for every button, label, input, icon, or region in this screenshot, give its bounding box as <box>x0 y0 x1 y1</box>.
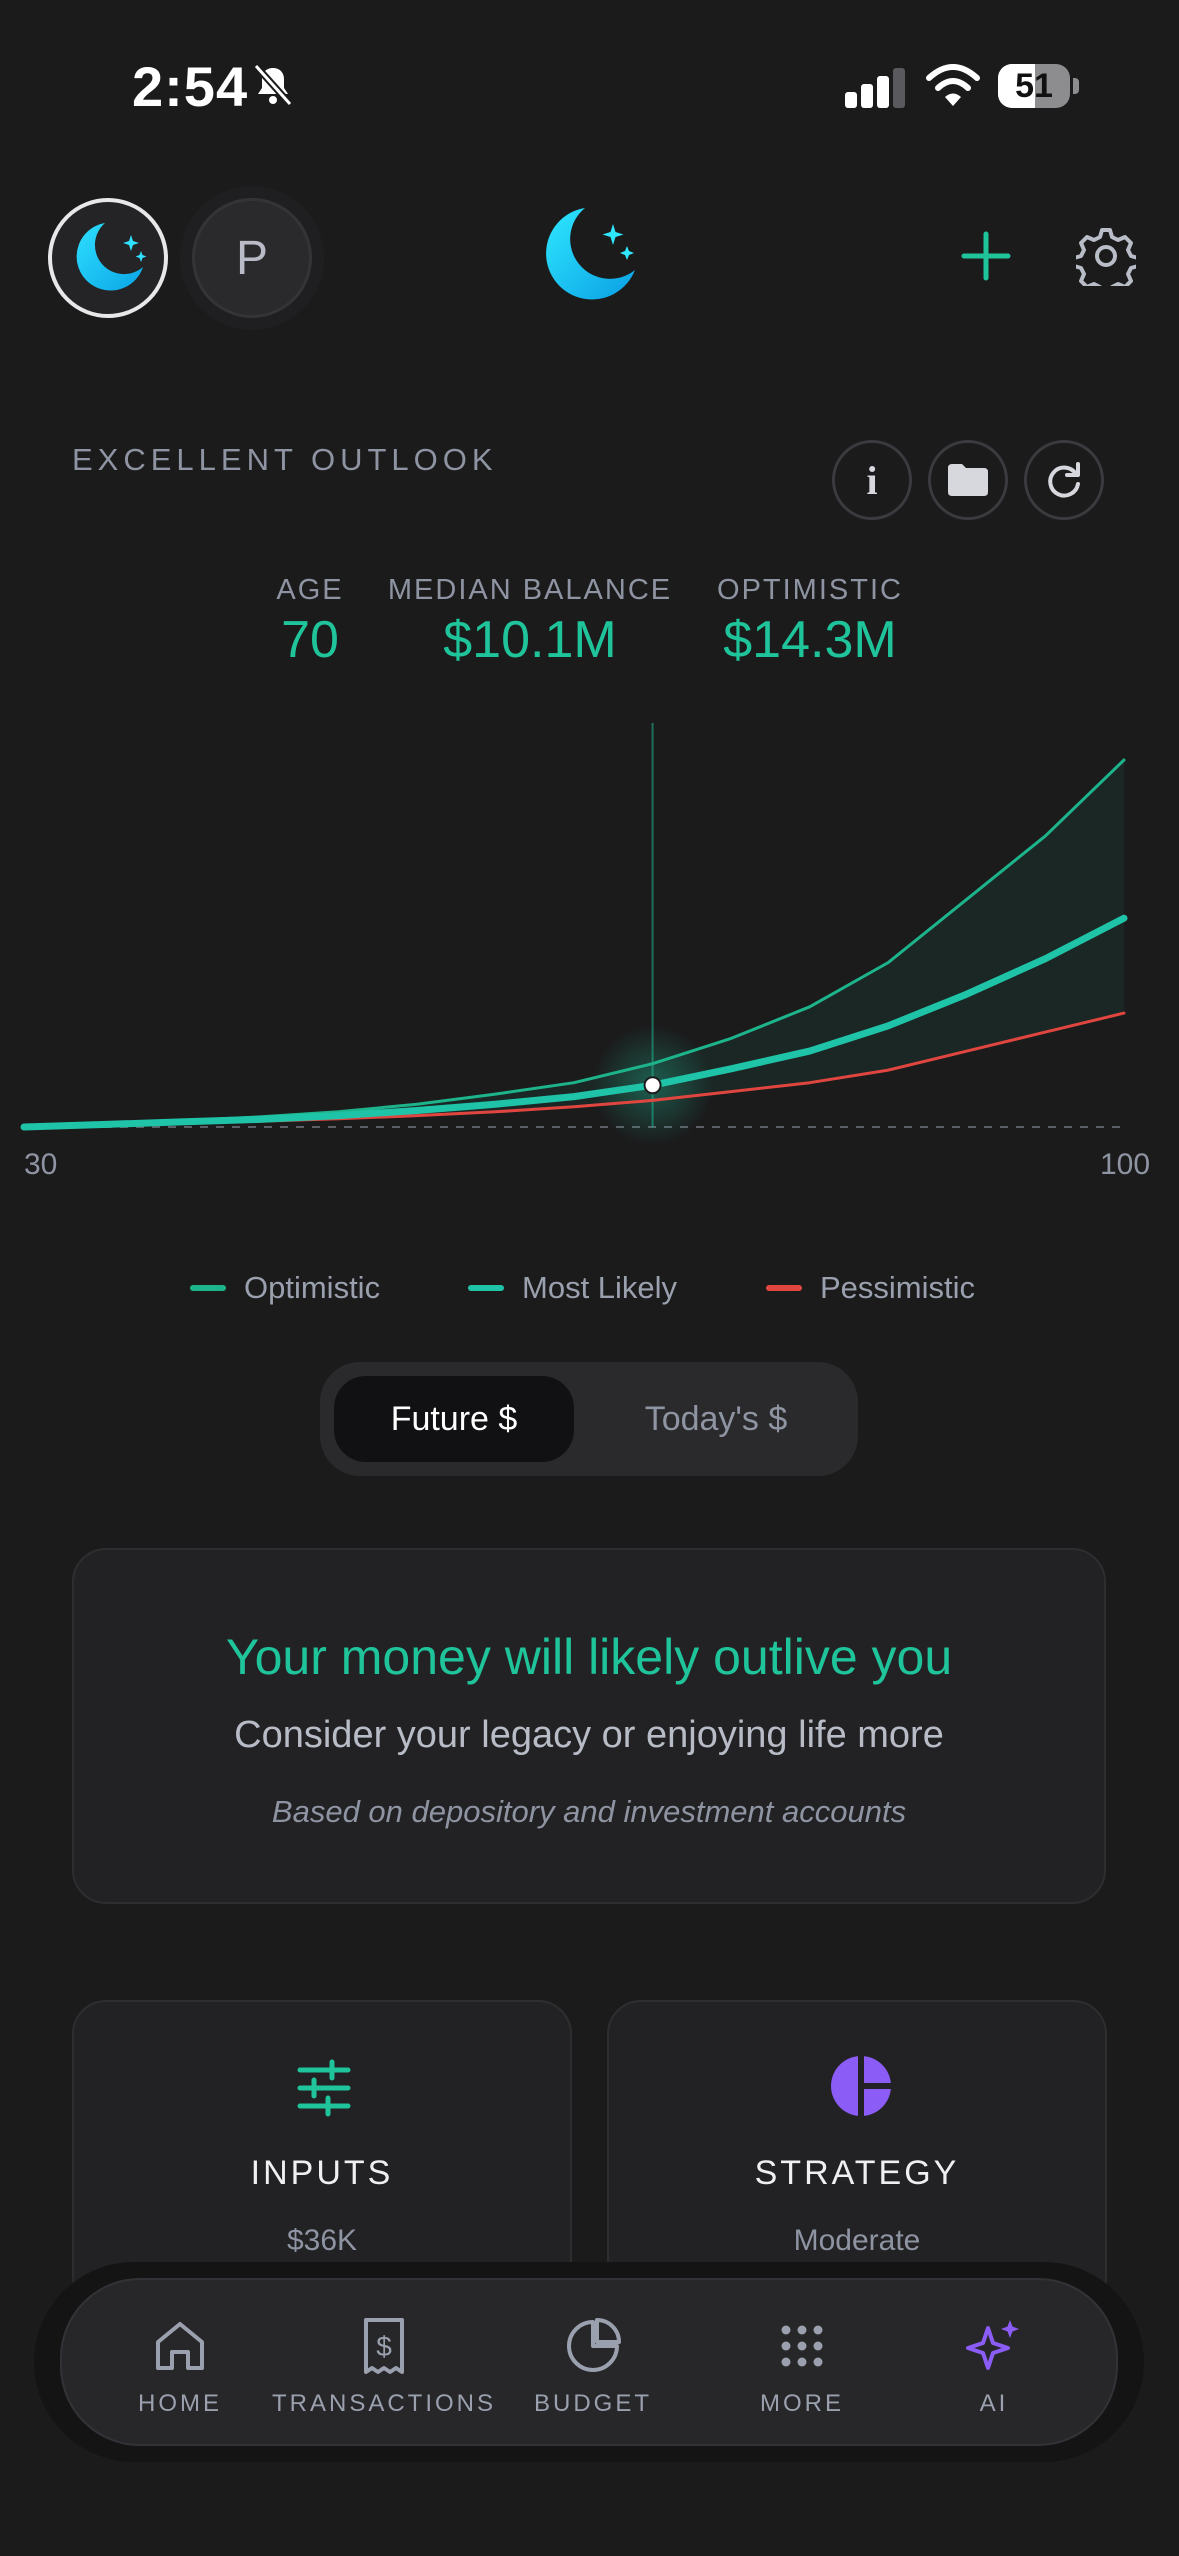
home-icon <box>156 2322 204 2370</box>
legend-optimistic: Optimistic <box>190 1270 380 1306</box>
nav-transactions[interactable]: $ TRANSACTIONS <box>272 2280 497 2448</box>
legend-most-likely: Most Likely <box>468 1270 677 1306</box>
x-axis-max-label: 100 <box>1100 1148 1151 1181</box>
summary-note: Based on depository and investment accou… <box>271 1794 907 1829</box>
folder-button[interactable] <box>928 440 1008 520</box>
info-button[interactable]: i <box>832 440 912 520</box>
age-value: 70 <box>281 611 339 669</box>
nav-more[interactable]: MORE <box>742 2280 862 2448</box>
grid-dots-icon <box>781 2325 823 2367</box>
nav-ai-label: AI <box>979 2390 1009 2417</box>
battery-indicator: 51 <box>998 64 1080 108</box>
summary-subtext: Consider your legacy or enjoying life mo… <box>234 1714 944 1756</box>
pie-chart-icon <box>831 2054 893 2118</box>
projection-band <box>24 760 1124 1127</box>
optimistic-label: OPTIMISTIC <box>717 574 903 606</box>
x-axis-min-label: 30 <box>24 1148 58 1181</box>
info-icon: i <box>866 457 878 503</box>
nav-budget-label: BUDGET <box>533 2390 652 2417</box>
folder-icon <box>948 464 988 496</box>
nav-ai[interactable]: AI <box>964 2280 1024 2448</box>
strategy-value: Moderate <box>793 2224 921 2257</box>
legend-label: Pessimistic <box>820 1270 976 1305</box>
cellular-signal-icon <box>845 68 905 108</box>
refresh-icon <box>1048 462 1080 498</box>
legend-label: Most Likely <box>522 1270 678 1305</box>
settings-gear-icon[interactable] <box>1076 226 1136 286</box>
legend-swatch <box>766 1285 802 1291</box>
legend-swatch <box>190 1285 226 1291</box>
legend-swatch <box>468 1285 504 1291</box>
profile-avatar-moon[interactable] <box>48 198 168 318</box>
median-balance-value: $10.1M <box>443 611 617 669</box>
age-label: AGE <box>276 574 344 606</box>
wifi-icon <box>926 64 980 106</box>
chart-cursor-dot <box>643 1076 662 1095</box>
inputs-value: $36K <box>286 2224 358 2257</box>
silent-bell-icon <box>253 63 293 107</box>
moon-icon <box>76 223 147 291</box>
median-balance-label: MEDIAN BALANCE <box>387 574 673 606</box>
bottom-nav: HOME $ TRANSACTIONS BUDGET MORE AI <box>60 2278 1118 2446</box>
receipt-icon: $ <box>364 2318 404 2374</box>
legend-pessimistic: Pessimistic <box>766 1270 975 1306</box>
status-time: 2:54 <box>132 55 249 118</box>
inputs-title: INPUTS <box>250 2154 394 2192</box>
future-dollars-tab[interactable]: Future $ <box>334 1376 574 1462</box>
todays-dollars-tab[interactable]: Today's $ <box>588 1376 844 1462</box>
app-logo-moon-icon <box>546 208 635 300</box>
outlook-summary-card: Your money will likely outlive you Consi… <box>72 1548 1106 1904</box>
optimistic-value: $14.3M <box>723 611 897 669</box>
outlook-label: EXCELLENT OUTLOOK <box>72 442 498 477</box>
nav-home-label: HOME <box>138 2390 222 2417</box>
sliders-icon <box>297 2059 351 2117</box>
battery-level: 51 <box>1015 67 1053 105</box>
nav-transactions-label: TRANSACTIONS <box>272 2390 497 2417</box>
nav-more-label: MORE <box>760 2390 844 2417</box>
nav-budget[interactable]: BUDGET <box>528 2280 658 2448</box>
budget-pie-icon <box>567 2318 621 2372</box>
legend-label: Optimistic <box>244 1270 381 1305</box>
nav-home[interactable]: HOME <box>120 2280 240 2448</box>
svg-text:$: $ <box>376 2331 392 2362</box>
refresh-button[interactable] <box>1024 440 1104 520</box>
profile-avatar-p[interactable]: P <box>192 198 312 318</box>
strategy-title: STRATEGY <box>754 2154 960 2192</box>
summary-headline: Your money will likely outlive you <box>225 1629 953 1685</box>
add-icon[interactable] <box>958 228 1014 284</box>
currency-toggle: Future $ Today's $ <box>320 1362 858 1476</box>
sparkles-icon <box>966 2320 1019 2370</box>
projection-chart[interactable] <box>0 715 1179 1195</box>
